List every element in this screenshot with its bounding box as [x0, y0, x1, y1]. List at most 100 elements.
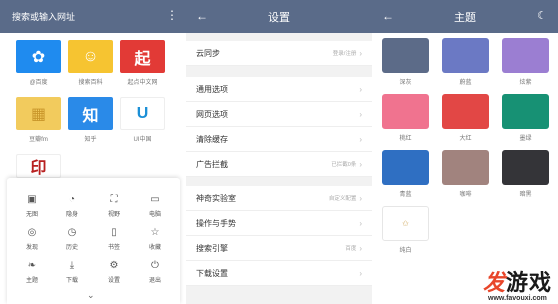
back-arrow-icon[interactable]: ← [382, 9, 394, 23]
tile-douban-fm[interactable]: ▦ 豆瓣fm [16, 97, 61, 143]
settings-row-webpage[interactable]: 网页选项 › [186, 102, 372, 127]
menu-item-settings[interactable]: ⚙ 设置 [97, 259, 131, 284]
settings-row-clear-cache[interactable]: 清除缓存 › [186, 127, 372, 152]
night-mode-moon-icon[interactable]: ☾ [537, 9, 547, 22]
theme-swatch-blue[interactable]: 青蓝 [382, 150, 429, 198]
power-icon: ⏻ [151, 260, 159, 271]
tile-qidian[interactable]: 起 起点中文网 [120, 40, 165, 86]
more-menu-icon[interactable]: ⋮ [166, 8, 178, 22]
menu-label: 历史 [65, 245, 78, 251]
swatch-color [382, 38, 429, 73]
swatch-color [442, 150, 489, 185]
swatch-color [502, 38, 549, 73]
settings-header: ← 设置 [186, 0, 372, 33]
menu-item-discover[interactable]: ◎ 发现 [15, 226, 49, 251]
menu-item-view[interactable]: ⛶ 视野 [97, 193, 131, 218]
incognito-icon: ◔ [68, 194, 76, 205]
theme-swatch-purple[interactable]: 炫紫 [502, 38, 549, 86]
row-label: 网页选项 [196, 109, 228, 119]
menu-item-favorites[interactable]: ☆ 收藏 [138, 226, 172, 251]
settings-row-gestures[interactable]: 操作与手势 › [186, 211, 372, 236]
tile-label: 起点中文网 [127, 80, 158, 86]
theme-swatch-pink[interactable]: 桃红 [382, 94, 429, 142]
bookmark-book-icon: ▯ [111, 227, 117, 238]
theme-swatch-red[interactable]: 大红 [442, 94, 489, 142]
settings-row-search-engine[interactable]: 搜索引擎 百度 › [186, 236, 372, 261]
settings-row-download[interactable]: 下载设置 › [186, 261, 372, 286]
menu-label: 下载 [65, 278, 78, 284]
watermark-url: www.favouxi.com [488, 295, 547, 302]
swatch-label: 深灰 [399, 80, 412, 86]
chevron-right-icon: › [359, 134, 362, 144]
theme-swatch-white[interactable]: ✩ 纯白 [382, 206, 429, 254]
address-input-placeholder[interactable]: 搜索或输入网址 [12, 10, 75, 23]
theme-swatch-azure[interactable]: 蔚蓝 [442, 38, 489, 86]
tile-label: UI中国 [133, 137, 152, 143]
tile-label: @百度 [29, 80, 48, 86]
row-label: 清除缓存 [196, 134, 228, 144]
theme-swatch-black[interactable]: 暗黑 [502, 150, 549, 198]
row-label: 广告拦截 [196, 159, 228, 169]
page-title: 主题 [454, 11, 476, 24]
back-arrow-icon[interactable]: ← [196, 9, 208, 23]
theme-swatch-dark-gray[interactable]: 深灰 [382, 38, 429, 86]
menu-item-exit[interactable]: ⏻ 退出 [138, 259, 172, 284]
menu-item-theme[interactable]: ❧ 主题 [15, 259, 49, 284]
menu-label: 无图 [25, 212, 38, 218]
settings-gear-icon: ⚙ [109, 260, 119, 271]
theme-swatch-coffee[interactable]: 咖啡 [442, 150, 489, 198]
desktop-icon: ▭ [150, 194, 160, 205]
menu-item-incognito[interactable]: ◔ 隐身 [55, 193, 89, 218]
chevron-right-icon: › [359, 109, 362, 119]
theme-panel: ← 主题 ☾ 深灰 蔚蓝 炫紫 桃红 大红 墨绿 青蓝 咖啡 暗黑 ✩ 纯白 发… [372, 0, 558, 304]
menu-item-download[interactable]: ⤓ 下载 [55, 259, 89, 284]
tile-baidu[interactable]: ✿ @百度 [16, 40, 61, 86]
menu-label: 退出 [148, 278, 161, 284]
tile-zhihu[interactable]: 知 知乎 [68, 97, 113, 143]
theme-swatch-green[interactable]: 墨绿 [502, 94, 549, 142]
settings-group-advanced: 神奇实验室 自定义配置 › 操作与手势 › 搜索引擎 百度 › 下载设置 › [186, 186, 372, 286]
row-value: 已拦截0条 [331, 162, 357, 168]
menu-item-bookmarks[interactable]: ▯ 书签 [97, 226, 131, 251]
qidian-icon: 起 [120, 40, 165, 73]
watermark-accent: 发 [482, 270, 506, 295]
menu-item-no-image[interactable]: ▣ 无图 [15, 193, 49, 218]
settings-group-general: 通用选项 › 网页选项 › 清除缓存 › 广告拦截 已拦截0条 › [186, 77, 372, 177]
chevron-down-icon[interactable]: ⌄ [87, 290, 95, 301]
menu-label: 发现 [25, 245, 38, 251]
menu-item-desktop[interactable]: ▭ 电脑 [138, 193, 172, 218]
theme-leaf-icon: ❧ [27, 260, 37, 271]
settings-panel: ← 设置 云同步 登录/注册 › 通用选项 › 网页选项 › 清除缓存 › 广告… [186, 0, 372, 304]
row-label: 通用选项 [196, 84, 228, 94]
seal-stamp-icon: 印 [16, 154, 61, 178]
swatch-color: ✩ [382, 206, 429, 241]
settings-row-lab[interactable]: 神奇实验室 自定义配置 › [186, 186, 372, 211]
browser-menu-sheet: ▣ 无图 ◔ 隐身 ⛶ 视野 ▭ 电脑 ◎ 发现 ◷ 历史 ▯ 书签 ☆ 收藏 [7, 178, 180, 304]
swatch-color [442, 38, 489, 73]
address-bar[interactable]: 搜索或输入网址 ⋮ [0, 0, 186, 33]
tile-ui-china[interactable]: U UI中国 [120, 97, 165, 143]
settings-row-ad-block[interactable]: 广告拦截 已拦截0条 › [186, 152, 372, 177]
settings-row-cloud-sync[interactable]: 云同步 登录/注册 › [186, 41, 372, 66]
douban-fm-icon: ▦ [16, 97, 61, 130]
swatch-color [382, 150, 429, 185]
tile-seal[interactable]: 印 [16, 154, 61, 178]
row-label: 操作与手势 [196, 218, 236, 228]
menu-item-history[interactable]: ◷ 历史 [55, 226, 89, 251]
row-label: 云同步 [196, 48, 220, 58]
settings-row-general[interactable]: 通用选项 › [186, 77, 372, 102]
zhihu-icon: 知 [68, 97, 113, 130]
site-watermark-logo: 发游戏 www.favouxi.com [483, 265, 552, 302]
chevron-right-icon: › [359, 218, 362, 228]
image-icon: ▣ [27, 194, 37, 205]
tile-baike[interactable]: ☺ 搜索百科 [68, 40, 113, 86]
swatch-label: 咖啡 [459, 192, 472, 198]
tile-label: 豆瓣fm [29, 137, 48, 143]
menu-label: 隐身 [65, 212, 78, 218]
chevron-right-icon: › [359, 268, 362, 278]
tile-label: 知乎 [84, 137, 97, 143]
menu-label: 主题 [25, 278, 38, 284]
chevron-right-icon: › [359, 48, 362, 58]
row-value: 自定义配置 [328, 196, 357, 202]
swatch-color [442, 94, 489, 129]
